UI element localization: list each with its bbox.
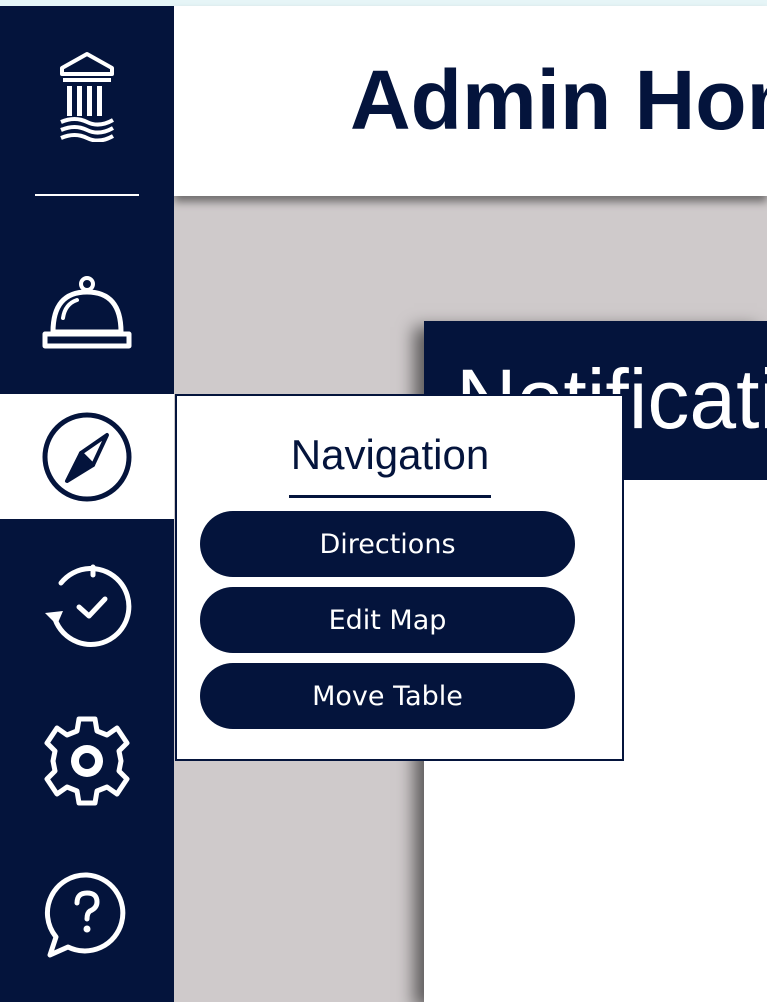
- sidebar-item-settings[interactable]: [0, 706, 174, 816]
- building-logo-icon: [60, 52, 114, 142]
- directions-button[interactable]: Directions: [200, 511, 575, 577]
- sidebar-item-help[interactable]: [0, 866, 174, 966]
- sidebar-logo[interactable]: [0, 46, 174, 146]
- history-clock-check-icon: [45, 564, 132, 647]
- compass-icon: [42, 412, 132, 501]
- page-title: Admin Home: [350, 53, 767, 147]
- navigation-title-underline: [289, 495, 491, 498]
- sidebar: [0, 6, 174, 1002]
- gear-icon: [44, 716, 130, 806]
- move-table-button[interactable]: Move Table: [200, 663, 575, 729]
- sidebar-item-navigation[interactable]: [0, 394, 174, 519]
- help-chat-icon: [44, 872, 126, 958]
- page-header: Admin Home: [174, 6, 767, 196]
- navigation-menu: Navigation Directions Edit Map Move Tabl…: [175, 394, 624, 761]
- service-bell-icon: [42, 276, 132, 349]
- navigation-menu-title: Navigation: [290, 431, 490, 478]
- edit-map-button[interactable]: Edit Map: [200, 587, 575, 653]
- sidebar-item-service[interactable]: [0, 264, 174, 364]
- sidebar-item-history[interactable]: [0, 556, 174, 656]
- sidebar-divider: [35, 194, 139, 196]
